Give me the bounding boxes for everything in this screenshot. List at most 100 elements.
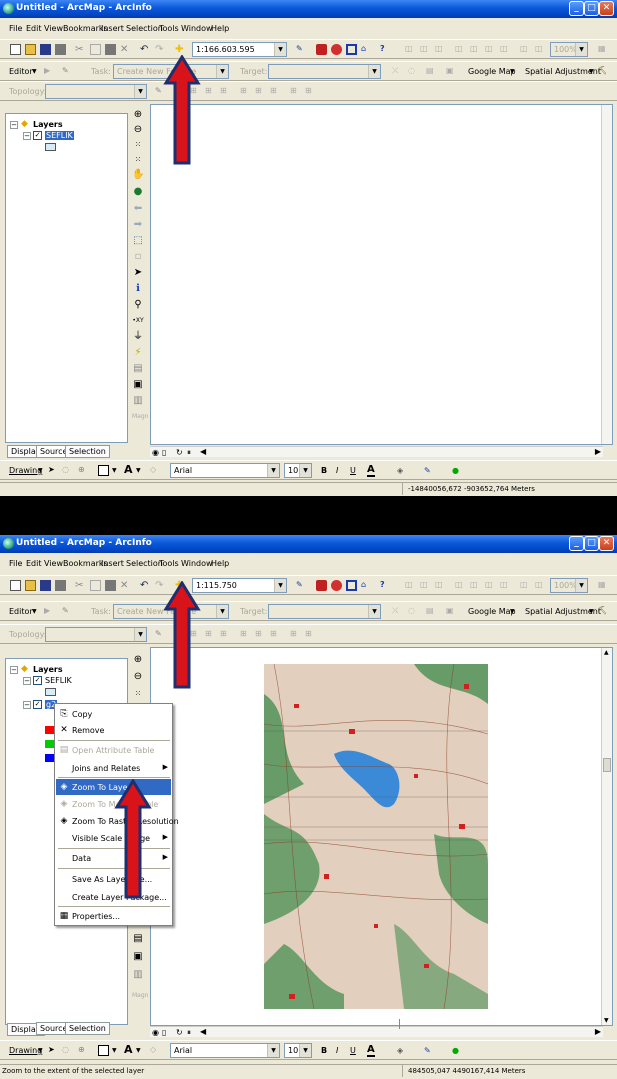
zoom-out-icon[interactable]: ⊖ xyxy=(132,124,144,136)
italic-button[interactable]: I xyxy=(336,1046,338,1055)
arctoolbox-icon[interactable] xyxy=(316,44,327,55)
layer1-name[interactable]: SEFLIK xyxy=(45,131,74,140)
font-size-dropdown[interactable]: 10 ▼ xyxy=(284,463,312,478)
html-popup-icon[interactable]: ▤ xyxy=(132,363,144,375)
layout-fwd-icon[interactable]: ◫ xyxy=(520,580,531,591)
split-tool-icon[interactable]: ⤫ xyxy=(392,606,403,617)
map-vertical-scrollbar[interactable] xyxy=(601,105,612,444)
rotate-tool-icon[interactable]: ◌ xyxy=(408,66,419,77)
sketch-tool-icon[interactable]: ✎ xyxy=(62,606,73,617)
map-vertical-scrollbar[interactable]: ▲ ▼ xyxy=(601,648,612,1025)
menu-tools[interactable]: Tools xyxy=(159,24,179,33)
menu-tools[interactable]: Tools xyxy=(159,559,179,568)
topology-tool2-icon[interactable]: ⊞ xyxy=(205,629,216,640)
topology-tool5-icon[interactable]: ⊞ xyxy=(255,629,266,640)
rectangle-icon[interactable] xyxy=(98,465,109,476)
tab-selection[interactable]: Selection xyxy=(65,445,110,458)
find-binoculars-icon[interactable]: ⚲ xyxy=(132,299,144,311)
print-icon[interactable] xyxy=(55,44,66,55)
collapse-layers-icon[interactable]: − xyxy=(10,666,18,674)
editor-toolbar-icon[interactable]: ✎ xyxy=(296,44,307,55)
data-view-icon[interactable]: ◉ xyxy=(152,1028,159,1037)
cut-icon[interactable]: ✂ xyxy=(75,44,86,55)
fill-color-icon[interactable]: ◈ xyxy=(397,1046,403,1055)
line-color-icon[interactable]: ✎ xyxy=(424,466,431,475)
scroll-thumb[interactable] xyxy=(399,1019,402,1029)
map-horizontal-scrollbar[interactable]: ◉ ▯ ↻ ⏸ ◀ ▶ xyxy=(150,446,603,457)
menu-file[interactable]: File xyxy=(9,24,22,33)
google-map-menu[interactable]: Google Map xyxy=(468,67,516,76)
layout-fwd-icon[interactable]: ◫ xyxy=(520,44,531,55)
topology-tool4-icon[interactable]: ⊞ xyxy=(240,629,251,640)
editor-toolbar-icon[interactable]: ✎ xyxy=(296,580,307,591)
menu-item-joins-relates[interactable]: Joins and Relates ▶ xyxy=(56,760,171,776)
layout-full-icon[interactable]: ◫ xyxy=(470,580,481,591)
layer1-checkbox[interactable]: ✓ xyxy=(33,131,42,140)
topology-tool4-icon[interactable]: ⊞ xyxy=(240,86,251,97)
topology-tool5-icon[interactable]: ⊞ xyxy=(255,86,266,97)
topology-tool8-icon[interactable]: ⊞ xyxy=(305,629,316,640)
tab-selection[interactable]: Selection xyxy=(65,1022,110,1035)
text-tool[interactable]: A xyxy=(124,463,133,476)
line-color-icon[interactable]: ✎ xyxy=(424,1046,431,1055)
back-extent-icon[interactable]: ⬅ xyxy=(132,203,144,215)
menu-selection[interactable]: Selection xyxy=(126,24,163,33)
sketch-properties-icon[interactable]: ▣ xyxy=(446,606,457,617)
whats-this-icon[interactable]: ? xyxy=(380,580,391,591)
menu-view[interactable]: View xyxy=(44,559,63,568)
scroll-up-arrow-icon[interactable]: ▲ xyxy=(604,649,609,656)
zoom-in-icon[interactable]: ⊕ xyxy=(132,109,144,121)
menu-help[interactable]: Help xyxy=(211,559,229,568)
rotate-element-icon[interactable]: ◌ xyxy=(62,1045,73,1056)
layout-zoom-icon[interactable]: ◫ xyxy=(420,580,431,591)
fixed-zoom-out-icon[interactable]: ⁙ xyxy=(132,154,144,166)
save-icon[interactable] xyxy=(40,580,51,591)
layout-pan-icon[interactable]: ◫ xyxy=(435,44,446,55)
undo-icon[interactable]: ↶ xyxy=(140,580,151,591)
layout-tool-icon[interactable]: ◫ xyxy=(405,580,416,591)
draft-mode-icon[interactable]: ▦ xyxy=(598,44,609,55)
italic-button[interactable]: I xyxy=(336,466,338,475)
collapse-layers-icon[interactable]: − xyxy=(10,121,18,129)
hyperlink-icon[interactable]: ⚡ xyxy=(132,347,144,359)
model-builder-icon[interactable]: ⌂ xyxy=(361,580,372,591)
menu-insert[interactable]: Insert xyxy=(101,24,124,33)
select-features-icon[interactable]: ⬚ xyxy=(132,235,144,247)
minimize-button[interactable]: _ xyxy=(569,536,584,551)
pan-hand-icon[interactable]: ✋ xyxy=(132,169,144,181)
layout-tool-icon[interactable]: ◫ xyxy=(405,44,416,55)
scroll-thumb[interactable] xyxy=(603,758,611,772)
delete-icon[interactable]: ✕ xyxy=(120,580,131,591)
font-family-dropdown[interactable]: Arial ▼ xyxy=(170,463,280,478)
layer1-checkbox[interactable]: ✓ xyxy=(33,676,42,685)
magnifier-icon[interactable]: Magn xyxy=(132,411,148,423)
layer1-name[interactable]: SEFLIK xyxy=(45,676,72,685)
underline-button[interactable]: U xyxy=(350,1046,356,1055)
arctoolbox-icon[interactable] xyxy=(316,580,327,591)
fixed-zoom-in-icon[interactable]: ⁙ xyxy=(132,688,144,700)
layout-next-icon[interactable]: ◫ xyxy=(535,44,546,55)
sketch-properties-icon[interactable]: ▣ xyxy=(446,66,457,77)
editor-menu[interactable]: Editor xyxy=(9,67,33,76)
fixed-zoom-in-icon[interactable]: ⁙ xyxy=(132,139,144,151)
catalog-icon[interactable] xyxy=(331,580,342,591)
open-folder-icon[interactable] xyxy=(25,580,36,591)
scroll-right-arrow-icon[interactable]: ▶ xyxy=(595,1027,601,1036)
edit-tool-icon[interactable]: ▶ xyxy=(44,606,55,617)
open-folder-icon[interactable] xyxy=(25,44,36,55)
attributes-icon[interactable]: ▤ xyxy=(426,66,437,77)
map-scale-input[interactable]: 1:115.750 ▼ xyxy=(192,578,287,593)
catalog-icon[interactable] xyxy=(331,44,342,55)
collapse-layer1-icon[interactable]: − xyxy=(23,132,31,140)
map-display[interactable]: ▲ ▼ xyxy=(150,647,613,1026)
zoom-whole-page-icon[interactable]: ⊕ xyxy=(78,465,89,476)
scroll-left-arrow-icon[interactable]: ◀ xyxy=(200,1027,206,1036)
new-document-icon[interactable] xyxy=(10,580,21,591)
menu-item-copy[interactable]: ⎘ Copy xyxy=(56,706,171,722)
layout-page-icon[interactable]: ◫ xyxy=(485,580,496,591)
full-extent-globe-icon[interactable]: ● xyxy=(132,186,144,198)
menu-window[interactable]: Window xyxy=(181,24,213,33)
scroll-right-arrow-icon[interactable]: ▶ xyxy=(595,447,601,456)
copy-icon[interactable] xyxy=(90,44,101,55)
zoom-out-icon[interactable]: ⊖ xyxy=(132,671,144,683)
